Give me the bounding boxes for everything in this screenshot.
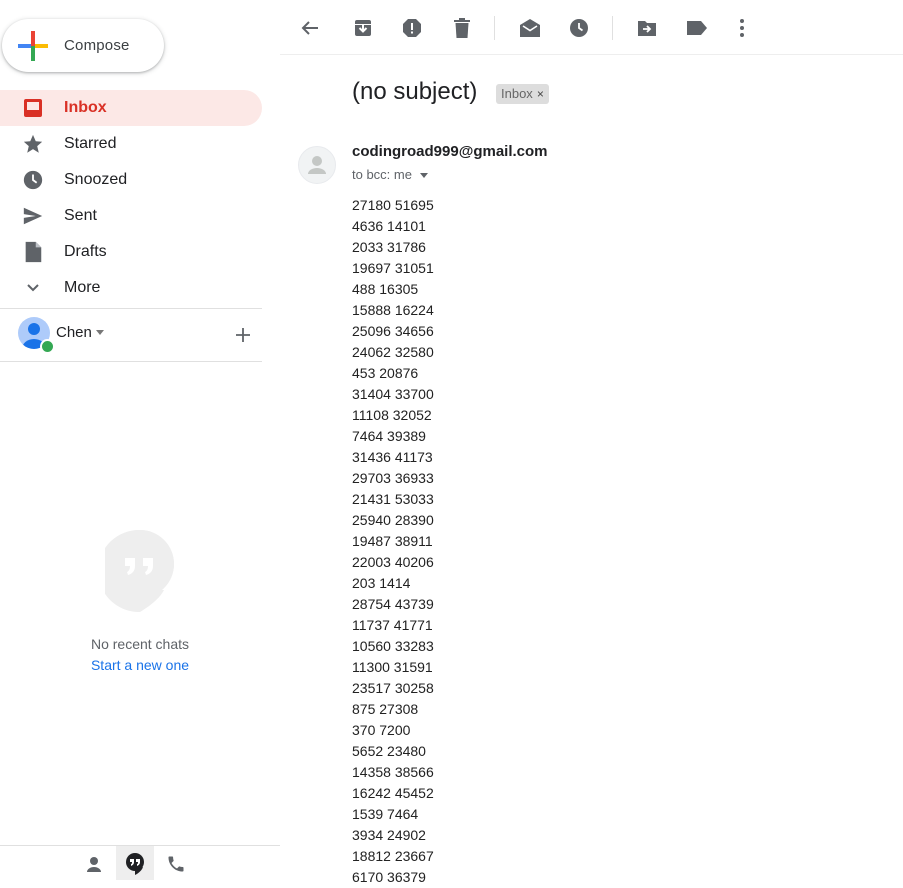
nav-item-more[interactable]: More: [0, 270, 262, 306]
message-body-line: 370 7200: [352, 722, 411, 738]
add-chat-button[interactable]: [232, 324, 254, 346]
snooze-icon[interactable]: [567, 16, 591, 40]
compose-plus-icon: [18, 30, 48, 61]
sidebar: Compose Inbox Starred Snoozed Sent Draft…: [0, 0, 280, 880]
no-recent-chats-text: No recent chats: [90, 636, 190, 652]
archive-icon[interactable]: [351, 16, 375, 40]
message-body-line: 11300 31591: [352, 659, 433, 675]
clock-icon: [21, 168, 45, 192]
nav-item-sent[interactable]: Sent: [0, 198, 262, 234]
back-icon[interactable]: [298, 16, 322, 40]
sender-avatar[interactable]: [298, 146, 336, 184]
message-body: 27180 51695 4636 14101 2033 31786 19697 310…: [352, 195, 434, 888]
labels-icon[interactable]: [685, 16, 709, 40]
toolbar-separator: [612, 16, 613, 40]
message-body-line: 24062 32580: [352, 344, 434, 360]
sender-email[interactable]: codingroad999@gmail.com: [352, 143, 548, 160]
message-body-line: 16242 45452: [352, 785, 434, 801]
message-body-line: 21431 53033: [352, 491, 434, 507]
remove-label-icon[interactable]: ×: [537, 87, 544, 101]
message-body-line: 19487 38911: [352, 533, 433, 549]
nav-list: Inbox Starred Snoozed Sent Drafts More: [0, 90, 262, 306]
more-icon[interactable]: [730, 16, 754, 40]
message-body-line: 10560 33283: [352, 638, 434, 654]
message-body-line: 1539 7464: [352, 806, 419, 822]
message-body-line: 29703 36933: [352, 470, 434, 486]
nav-label: Sent: [64, 207, 97, 224]
message-body-line: 7464 39389: [352, 428, 426, 444]
message-body-line: 3934 24902: [352, 827, 426, 843]
message-body-line: 19697 31051: [352, 260, 434, 276]
nav-label: More: [64, 279, 101, 296]
message-body-line: 488 16305: [352, 281, 419, 297]
inbox-label-chip[interactable]: Inbox ×: [496, 84, 549, 104]
report-spam-icon[interactable]: [400, 16, 424, 40]
message-body-line: 14358 38566: [352, 764, 434, 780]
message-body-line: 6170 36379: [352, 869, 426, 885]
recipients-line: to bcc: me: [352, 167, 428, 182]
message-body-line: 28754 43739: [352, 596, 434, 612]
compose-label: Compose: [64, 37, 130, 54]
nav-item-drafts[interactable]: Drafts: [0, 234, 262, 270]
message-body-line: 453 20876: [352, 365, 419, 381]
nav-item-starred[interactable]: Starred: [0, 126, 262, 162]
toolbar-separator: [494, 16, 495, 40]
move-to-icon[interactable]: [635, 16, 659, 40]
divider: [0, 361, 262, 362]
mark-unread-icon[interactable]: [518, 16, 542, 40]
inbox-icon: [21, 96, 45, 120]
message-body-line: 11737 41771: [352, 617, 433, 633]
nav-item-inbox[interactable]: Inbox: [0, 90, 262, 126]
message-body-line: 18812 23667: [352, 848, 434, 864]
nav-label: Starred: [64, 135, 117, 152]
hangouts-chat-icon[interactable]: [123, 852, 147, 876]
nav-item-snoozed[interactable]: Snoozed: [0, 162, 262, 198]
message-body-line: 22003 40206: [352, 554, 434, 570]
message-body-line: 875 27308: [352, 701, 419, 717]
divider: [0, 308, 262, 309]
message-body-line: 5652 23480: [352, 743, 426, 759]
message-body-line: 31436 41173: [352, 449, 433, 465]
message-body-line: 31404 33700: [352, 386, 434, 402]
recipients-text: to bcc: me: [352, 167, 412, 182]
message-subject: (no subject): [352, 78, 478, 105]
message-body-line: 25940 28390: [352, 512, 434, 528]
chevron-down-icon: [21, 276, 45, 300]
compose-button[interactable]: Compose: [2, 19, 164, 72]
send-icon: [21, 204, 45, 228]
user-menu-caret-icon[interactable]: [96, 330, 104, 335]
start-new-chat-link[interactable]: Start a new one: [0, 657, 280, 673]
message-body-line: 27180 51695: [352, 197, 434, 213]
nav-label: Inbox: [64, 99, 107, 116]
hangouts-user-row: Chen: [0, 314, 262, 354]
delete-icon[interactable]: [450, 16, 474, 40]
message-body-line: 15888 16224: [352, 302, 434, 318]
message-body-line: 203 1414: [352, 575, 411, 591]
draft-icon: [21, 240, 45, 264]
message-body-line: 4636 14101: [352, 218, 426, 234]
message-body-line: 25096 34656: [352, 323, 434, 339]
user-name[interactable]: Chen: [56, 324, 92, 341]
star-icon: [21, 132, 45, 156]
online-status-dot: [40, 339, 55, 354]
show-details-caret-icon[interactable]: [419, 173, 428, 179]
hangouts-quote-icon: [0, 529, 280, 617]
nav-label: Drafts: [64, 243, 107, 260]
message-body-line: 2033 31786: [352, 239, 426, 255]
contacts-person-icon[interactable]: [82, 852, 106, 876]
message-body-line: 23517 30258: [352, 680, 434, 696]
nav-label: Snoozed: [64, 171, 128, 188]
label-chip-text: Inbox: [501, 86, 533, 101]
message-toolbar: [280, 0, 903, 55]
phone-icon[interactable]: [164, 852, 188, 876]
message-body-line: 11108 32052: [352, 407, 432, 423]
hangouts-bottom-bar: [0, 845, 280, 880]
